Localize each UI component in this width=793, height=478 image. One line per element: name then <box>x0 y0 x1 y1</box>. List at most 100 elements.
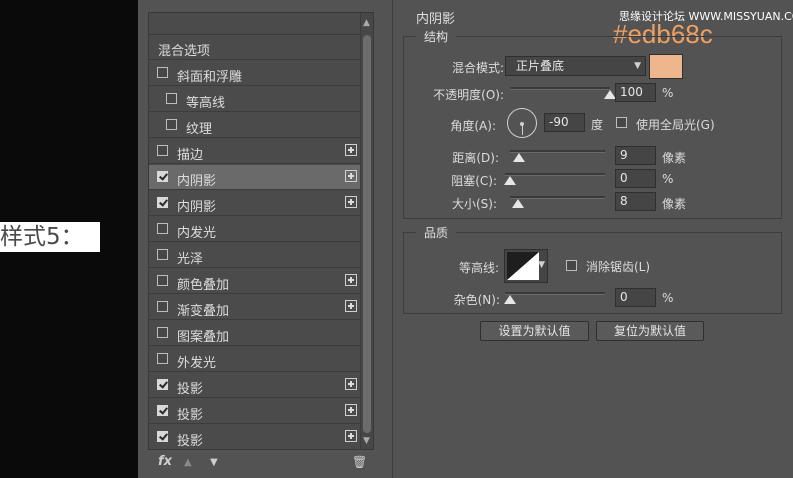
scroll-down-icon[interactable]: ▼ <box>363 436 370 446</box>
fx-icon[interactable]: fx <box>158 454 172 469</box>
size-slider-thumb[interactable] <box>511 199 524 208</box>
style-item-checkbox[interactable] <box>157 171 168 182</box>
style-item-checkbox[interactable] <box>157 431 168 442</box>
trash-icon[interactable]: 🗑 <box>352 455 367 469</box>
style-item[interactable]: 颜色叠加 <box>149 269 361 294</box>
style-item-checkbox[interactable] <box>157 145 168 156</box>
distance-label: 距离(D): <box>452 151 499 165</box>
structure-title: 结构 <box>416 28 457 45</box>
opacity-slider-track[interactable] <box>510 87 610 90</box>
contour-picker[interactable]: ▼ <box>504 249 548 283</box>
size-slider-track[interactable] <box>510 196 605 199</box>
style-item-checkbox[interactable] <box>157 405 168 416</box>
choke-slider-thumb[interactable] <box>504 176 516 185</box>
choke-input[interactable]: 0 <box>615 169 656 188</box>
add-effect-plus-icon[interactable] <box>345 274 357 286</box>
add-effect-plus-icon[interactable] <box>345 430 357 442</box>
noise-label: 杂色(N): <box>453 293 500 307</box>
make-default-button[interactable]: 设置为默认值 <box>480 321 589 341</box>
reset-default-button[interactable]: 复位为默认值 <box>596 321 704 341</box>
add-effect-plus-icon[interactable] <box>345 378 357 390</box>
size-input[interactable]: 8 <box>615 192 656 211</box>
style-item-checkbox[interactable] <box>157 301 168 312</box>
style-item[interactable]: 等高线 <box>149 87 361 112</box>
angle-unit: 度 <box>591 118 604 132</box>
move-down-icon[interactable]: ▼ <box>210 457 218 468</box>
choke-unit: % <box>662 172 674 186</box>
style-item-checkbox[interactable] <box>157 197 168 208</box>
noise-slider-track[interactable] <box>505 292 605 295</box>
style-item[interactable]: 投影 <box>149 373 361 398</box>
style-caption: 样式5： <box>0 222 100 252</box>
style-item-checkbox[interactable] <box>157 249 168 260</box>
blend-mode-label: 混合模式: <box>451 61 504 75</box>
noise-slider-thumb[interactable] <box>504 295 516 304</box>
add-effect-plus-icon[interactable] <box>345 404 357 416</box>
quality-title: 品质 <box>416 224 457 241</box>
move-up-icon[interactable]: ▲ <box>184 457 192 468</box>
panel-divider <box>392 0 393 478</box>
add-effect-plus-icon[interactable] <box>345 170 357 182</box>
style-item[interactable]: 图案叠加 <box>149 321 361 346</box>
style-item[interactable]: 纹理 <box>149 113 361 138</box>
style-item-checkbox[interactable] <box>157 353 168 364</box>
distance-input[interactable]: 9 <box>615 146 656 165</box>
style-item-checkbox[interactable] <box>157 223 168 234</box>
style-item-checkbox[interactable] <box>157 67 168 78</box>
style-item-checkbox[interactable] <box>157 327 168 338</box>
style-item-label: 内阴影 <box>177 200 217 215</box>
style-item-checkbox[interactable] <box>166 119 177 130</box>
style-item-checkbox[interactable] <box>157 379 168 390</box>
angle-dial[interactable] <box>507 108 537 138</box>
style-item[interactable]: 光泽 <box>149 243 361 268</box>
style-item[interactable]: 渐变叠加 <box>149 295 361 320</box>
style-item[interactable]: 内阴影 <box>149 165 361 190</box>
opacity-input[interactable]: 100 <box>615 83 656 102</box>
style-item[interactable]: 外发光 <box>149 347 361 372</box>
inner-shadow-settings-panel: 内阴影 思缘设计论坛 WWW.MISSYUAN.COM #edb68c 结构 混… <box>384 0 793 478</box>
style-item-checkbox[interactable] <box>157 275 168 286</box>
antialias-label: 消除锯齿(L) <box>586 260 651 274</box>
add-effect-plus-icon[interactable] <box>345 144 357 156</box>
blend-mode-select[interactable]: 正片叠底 ▼ <box>505 56 646 76</box>
choke-slider-track[interactable] <box>505 173 605 176</box>
style-item[interactable]: 投影 <box>149 399 361 424</box>
add-effect-plus-icon[interactable] <box>345 196 357 208</box>
noise-input[interactable]: 0 <box>615 288 656 307</box>
style-item-label: 投影 <box>177 382 204 397</box>
angle-label: 角度(A): <box>450 119 496 133</box>
style-item-label: 光泽 <box>177 252 204 267</box>
style-item-label: 内发光 <box>177 226 217 241</box>
choke-label: 阻塞(C): <box>451 174 497 188</box>
distance-unit: 像素 <box>662 151 687 165</box>
blending-options-item[interactable]: 混合选项 <box>149 35 361 60</box>
blend-color-swatch[interactable] <box>649 54 683 79</box>
style-item[interactable]: 斜面和浮雕 <box>149 61 361 86</box>
size-label: 大小(S): <box>451 197 497 211</box>
style-item[interactable]: 描边 <box>149 139 361 164</box>
style-item-label: 内阴影 <box>177 174 217 189</box>
distance-slider-thumb[interactable] <box>512 153 525 162</box>
noise-unit: % <box>662 291 674 305</box>
scroll-thumb[interactable] <box>363 35 371 433</box>
antialias-checkbox[interactable] <box>566 260 577 271</box>
style-item[interactable]: 内阴影 <box>149 191 361 216</box>
style-item[interactable]: 投影 <box>149 425 361 449</box>
style-item-checkbox[interactable] <box>166 93 177 104</box>
section-title: 内阴影 <box>416 12 456 27</box>
list-scrollbar[interactable]: ▲ ▼ <box>360 13 373 449</box>
angle-input[interactable]: -90 <box>544 113 585 132</box>
style-item-label: 外发光 <box>177 356 217 371</box>
angle-center-dot <box>520 122 524 126</box>
contour-chevron-down-icon[interactable]: ▼ <box>538 260 545 270</box>
size-unit: 像素 <box>662 197 687 211</box>
style-item-label: 描边 <box>177 148 204 163</box>
blending-options-label: 混合选项 <box>158 44 211 59</box>
contour-label: 等高线: <box>458 261 499 275</box>
style-item-label: 斜面和浮雕 <box>177 70 243 85</box>
add-effect-plus-icon[interactable] <box>345 300 357 312</box>
global-light-label: 使用全局光(G) <box>636 118 715 132</box>
scroll-up-icon[interactable]: ▲ <box>363 18 370 28</box>
style-item[interactable]: 内发光 <box>149 217 361 242</box>
global-light-checkbox[interactable] <box>616 117 627 128</box>
